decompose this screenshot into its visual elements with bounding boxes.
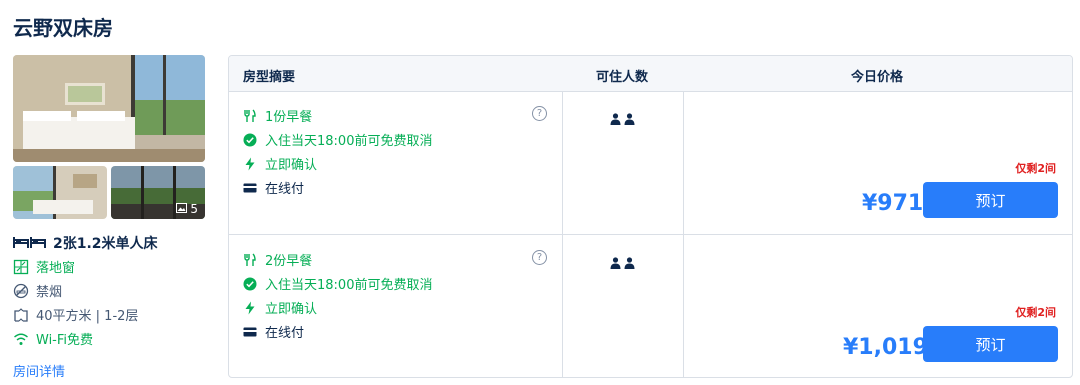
payment-perk: 在线付	[243, 322, 304, 341]
bed-icon	[13, 234, 47, 253]
room-photo-main[interactable]	[13, 55, 205, 162]
occupancy-2	[610, 110, 635, 129]
no-smoking-icon	[13, 283, 29, 299]
feature-no-smoking: 禁烟	[13, 281, 62, 300]
rate-row: 2份早餐 ? 入住当天18:00前可免费取消 立即确认 在线付 仅剩2间 ¥1,…	[229, 236, 1072, 377]
rate-row: 1份早餐 ? 入住当天18:00前可免费取消 立即确认 在线付 仅剩2间 ¥97…	[229, 92, 1072, 235]
check-circle-icon	[243, 277, 257, 291]
bed-label: 2张1.2米单人床	[53, 236, 158, 252]
photo-count: 5	[176, 202, 198, 216]
person-icon	[610, 110, 621, 129]
room-title: 云野双床房	[13, 16, 113, 40]
wifi-icon	[13, 331, 29, 347]
book-button[interactable]: 预订	[923, 326, 1058, 362]
table-header: 房型摘要 可住人数 今日价格	[229, 56, 1072, 92]
lightning-icon	[243, 301, 257, 315]
photo-gallery: 5	[13, 55, 205, 219]
fork-knife-icon	[243, 109, 257, 123]
payment-perk: 在线付	[243, 178, 304, 197]
feature-window: 落地窗	[13, 257, 75, 276]
remaining-rooms: 仅剩2间	[1015, 162, 1056, 175]
help-icon[interactable]: ?	[532, 250, 547, 265]
header-price: 今日价格	[851, 70, 904, 85]
card-icon	[243, 181, 257, 195]
image-icon	[176, 202, 188, 216]
meal-perk: 1份早餐	[243, 106, 312, 125]
rate-table: 房型摘要 可住人数 今日价格 1份早餐 ? 入住当天18:00前可免费取消 立即…	[228, 55, 1073, 378]
area-icon	[13, 307, 29, 323]
price: ¥1,019	[843, 335, 928, 360]
lightning-icon	[243, 157, 257, 171]
window-icon	[13, 259, 29, 275]
person-icon	[624, 254, 635, 273]
book-button[interactable]: 预订	[923, 182, 1058, 218]
fork-knife-icon	[243, 253, 257, 267]
room-photo-thumb[interactable]	[13, 166, 107, 219]
meal-perk: 2份早餐	[243, 250, 312, 269]
bed-info: 2张1.2米单人床	[13, 233, 158, 253]
room-photo-thumb-more[interactable]: 5	[111, 166, 205, 219]
room-details-link[interactable]: 房间详情	[13, 361, 65, 380]
feature-wifi: Wi-Fi免费	[13, 329, 93, 348]
person-icon	[624, 110, 635, 129]
cancel-perk: 入住当天18:00前可免费取消	[243, 274, 432, 293]
confirm-perk: 立即确认	[243, 154, 317, 173]
person-icon	[610, 254, 621, 273]
remaining-rooms: 仅剩2间	[1015, 306, 1056, 319]
price: ¥971	[862, 191, 924, 216]
confirm-perk: 立即确认	[243, 298, 317, 317]
header-occupancy: 可住人数	[596, 70, 649, 85]
cancel-perk: 入住当天18:00前可免费取消	[243, 130, 432, 149]
feature-area: 40平方米 | 1-2层	[13, 305, 138, 324]
occupancy-2	[610, 254, 635, 273]
header-summary: 房型摘要	[243, 70, 296, 85]
check-circle-icon	[243, 133, 257, 147]
help-icon[interactable]: ?	[532, 106, 547, 121]
card-icon	[243, 325, 257, 339]
